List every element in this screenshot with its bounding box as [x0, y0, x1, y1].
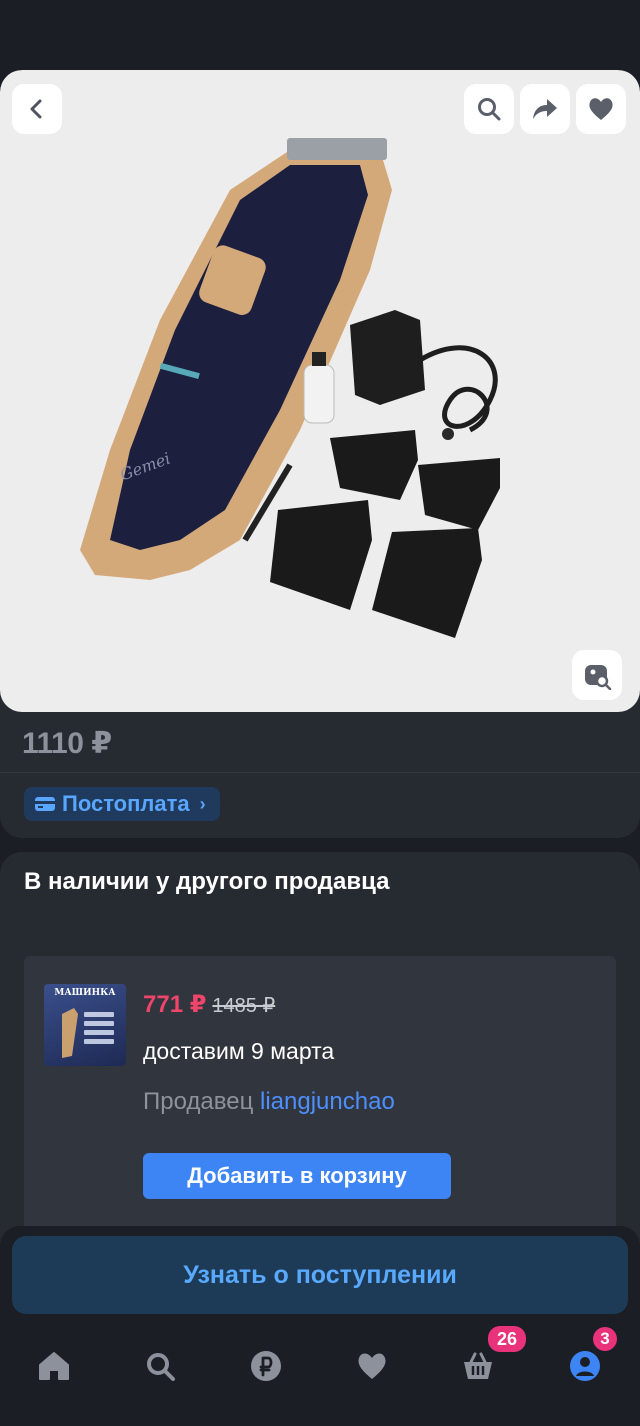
tab-search[interactable]: [130, 1336, 190, 1396]
visual-search-button[interactable]: [572, 650, 622, 700]
chevron-right-icon: ›: [199, 793, 206, 814]
chevron-left-icon: [30, 99, 42, 119]
tab-payments[interactable]: [236, 1336, 296, 1396]
seller-label: Продавец: [143, 1088, 254, 1115]
offer-thumbnail[interactable]: МАШИНКА: [44, 984, 126, 1066]
card-icon: [35, 797, 55, 811]
postpay-label: Постоплата: [62, 791, 190, 816]
profile-icon: [570, 1351, 600, 1381]
tab-home[interactable]: [24, 1336, 84, 1396]
favorite-button[interactable]: [576, 84, 626, 134]
product-price: 1110 ₽: [22, 727, 112, 760]
ruble-icon: [251, 1351, 281, 1381]
cart-count-badge: 26: [488, 1326, 527, 1352]
heart-icon: [589, 98, 613, 120]
bottom-tab-bar: [0, 1322, 640, 1426]
offer-old-price: 1485 ₽: [212, 995, 276, 1017]
status-bar: [0, 0, 640, 70]
basket-icon: [464, 1352, 492, 1379]
search-icon: [478, 98, 501, 121]
share-arrow-icon: [533, 99, 557, 119]
search-icon: [147, 1353, 175, 1381]
home-icon: [39, 1352, 69, 1380]
delivery-date: доставим 9 марта: [143, 1038, 335, 1064]
share-button[interactable]: [520, 84, 570, 134]
product-photo: Gemei: [80, 138, 500, 638]
seller-name-link[interactable]: liangjunchao: [260, 1088, 395, 1115]
profile-notification-badge: 3: [593, 1327, 617, 1351]
heart-icon: [358, 1353, 386, 1379]
image-search-icon: [585, 665, 612, 690]
notify-availability-button[interactable]: Узнать о поступлении: [12, 1236, 628, 1314]
section-title: В наличии у другого продавца: [24, 868, 390, 895]
other-seller-section: В наличии у другого продавца МАШИНКА 771…: [0, 852, 640, 1276]
offer-price: 771 ₽: [143, 991, 207, 1018]
product-image-gallery[interactable]: Gemei: [0, 70, 640, 712]
thumbnail-graphic: [62, 1008, 114, 1058]
offer-price-row: 771 ₽ 1485 ₽: [143, 990, 275, 1019]
postpay-chip[interactable]: Постоплата ›: [24, 787, 220, 821]
divider: [0, 772, 640, 773]
tab-favorites[interactable]: [342, 1336, 402, 1396]
search-button[interactable]: [464, 84, 514, 134]
product-card: Gemei 1110 ₽ Постоплата ›: [0, 70, 640, 838]
back-button[interactable]: [12, 84, 62, 134]
offer-seller: Продавец liangjunchao: [143, 1088, 395, 1116]
add-to-cart-button[interactable]: Добавить в корзину: [143, 1153, 451, 1199]
